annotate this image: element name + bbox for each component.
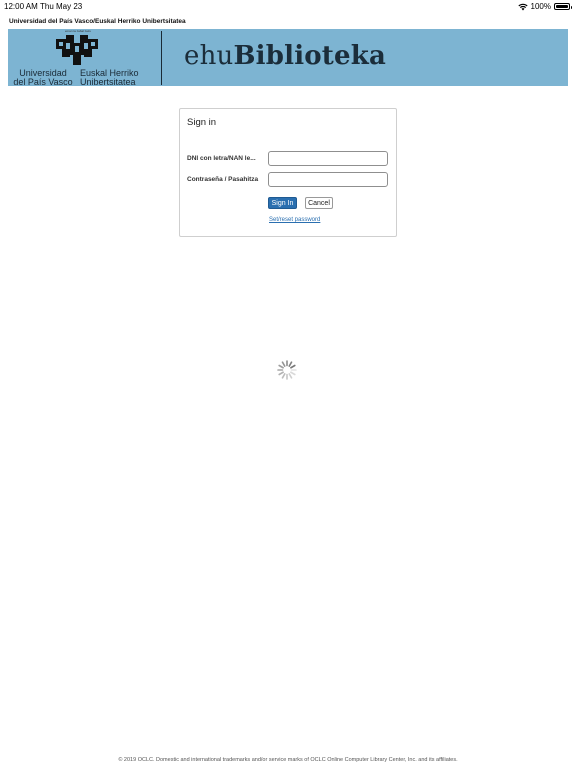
spinner-spoke [278, 364, 284, 369]
spinner-spoke [290, 371, 296, 376]
status-indicators: 100% [517, 2, 572, 11]
battery-fill [556, 5, 568, 8]
logo-name-eu-line2: Unibertsitatea [80, 76, 136, 87]
banner-divider [161, 31, 162, 85]
institution-name: Universidad del País Vasco/Euskal Herrik… [9, 18, 186, 25]
university-logo: eman ta zabal zazu Universidad del País … [8, 29, 168, 86]
password-label: Contraseña / Pasahitza [187, 176, 259, 183]
brand-suffix: Biblioteka [233, 41, 387, 71]
status-time: 12:00 AM [4, 2, 38, 11]
spinner-spoke [288, 361, 293, 367]
reset-password-link[interactable]: Set/reset password [269, 217, 320, 223]
cancel-button[interactable]: Cancel [305, 197, 333, 209]
signin-panel: Sign in DNI con letra/NAN le... Contrase… [179, 108, 397, 237]
loading-spinner-icon [277, 360, 297, 380]
brand-prefix: ehu [184, 41, 234, 71]
status-date: Thu May 23 [40, 2, 83, 11]
status-bar: 12:00 AM Thu May 23 100% [0, 0, 576, 14]
university-emblem-icon [56, 35, 98, 65]
logo-name-spanish: Universidad del País Vasco [8, 69, 78, 86]
signin-button[interactable]: Sign In [268, 197, 297, 209]
logo-name-es-line2: del País Vasco [13, 76, 73, 87]
spinner-spoke [281, 373, 286, 379]
password-input[interactable] [268, 172, 388, 187]
spinner-spoke [290, 364, 296, 369]
battery-icon [554, 3, 572, 10]
wifi-icon [517, 3, 528, 10]
library-brand: ehuBiblioteka [184, 41, 386, 71]
copyright-footer: © 2019 OCLC. Domestic and international … [118, 757, 458, 763]
spinner-spoke [288, 373, 293, 379]
username-input[interactable] [268, 151, 388, 166]
header-banner: eman ta zabal zazu Universidad del País … [8, 29, 568, 86]
spinner-spoke [278, 371, 284, 376]
signin-title: Sign in [187, 117, 217, 128]
username-label: DNI con letra/NAN le... [187, 155, 256, 162]
logo-name-basque: Euskal Herriko Unibertsitatea [80, 69, 160, 86]
spinner-spoke [281, 361, 286, 367]
battery-percent: 100% [530, 2, 551, 11]
